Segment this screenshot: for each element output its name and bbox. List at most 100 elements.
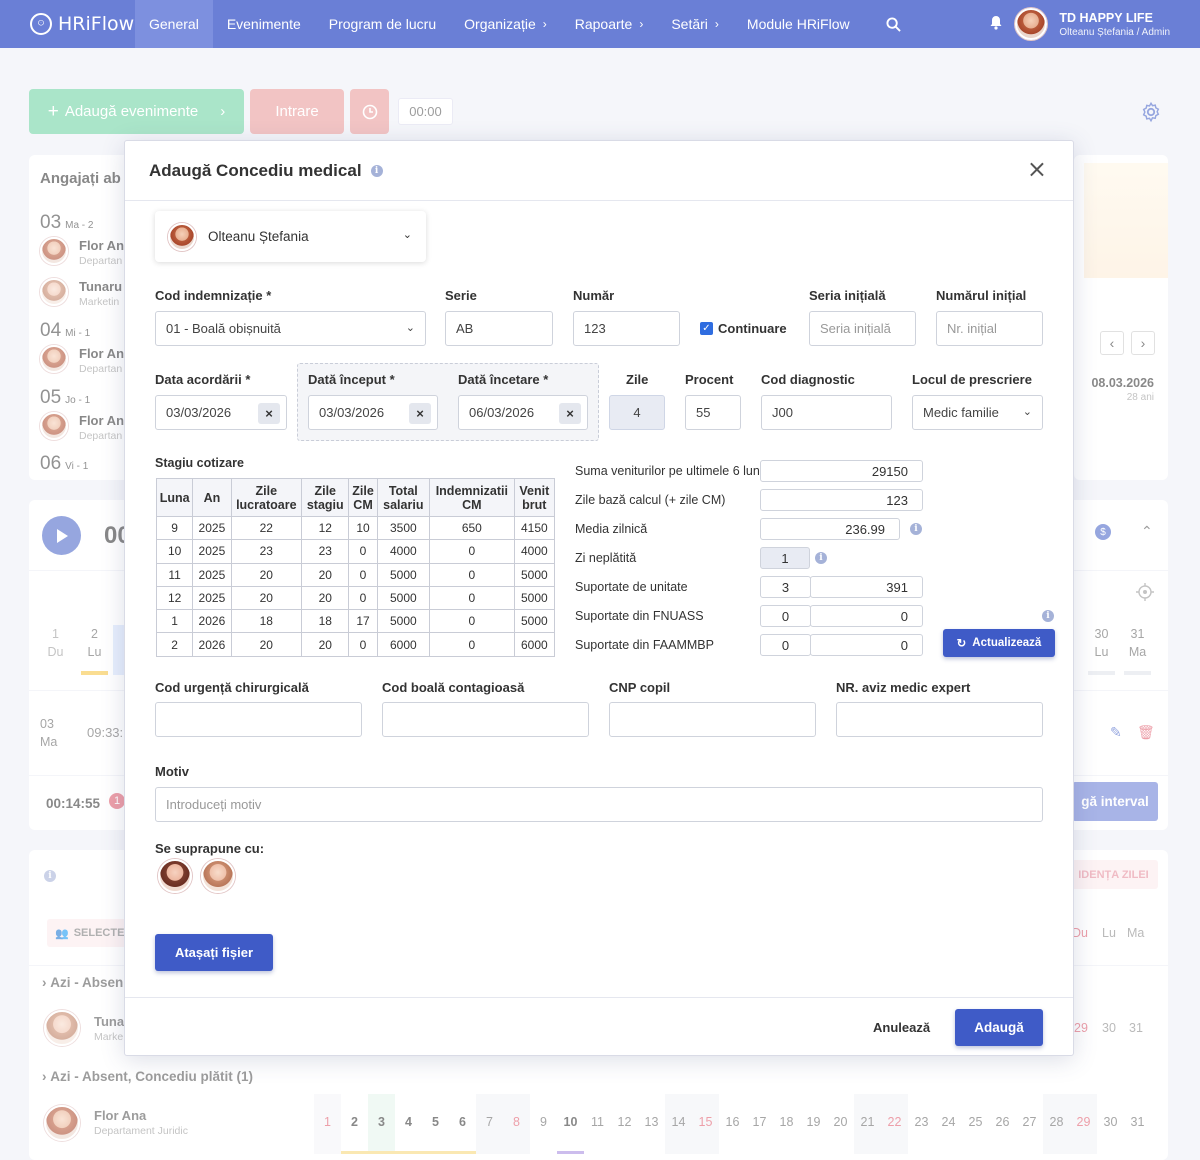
nav-organizatie[interactable]: Organizație › [450,0,561,48]
table-cell: 23 [230,539,303,564]
locul-prescriere-label: Locul de prescriere [912,372,1032,387]
employee-name: Olteanu Ștefania [208,229,309,244]
locul-prescriere-select[interactable]: Medic familie ⌄ [912,395,1043,430]
data-acordarii-value: 03/03/2026 [166,405,232,420]
data-inceput-input[interactable]: 03/03/2026 × [308,395,438,430]
stagiu-title: Stagiu cotizare [155,456,244,470]
bell-icon[interactable] [989,15,1003,33]
overlap-avatar[interactable] [201,859,235,893]
refresh-icon: ↻ [956,638,967,650]
neplatita-value: 1 [760,547,810,569]
continuare-checkbox[interactable]: ✓ Continuare [700,321,787,336]
update-label: Actualizează [972,637,1042,649]
data-acordarii-input[interactable]: 03/03/2026 × [155,395,287,430]
nav-setari[interactable]: Setări › [657,0,733,48]
data-incetare-input[interactable]: 06/03/2026 × [458,395,588,430]
table-cell: 2026 [192,609,232,634]
nav-general[interactable]: General [135,0,213,48]
user-info: TD HAPPY LIFE Olteanu Ștefania / Admin [1059,11,1170,38]
overlap-avatar[interactable] [158,859,192,893]
cod-indemnizatie-label: Cod indemnizație * [155,288,272,303]
employee-select[interactable]: Olteanu Ștefania ⌄ [155,211,426,262]
table-cell: 2025 [192,539,232,564]
faambp-days: 0 [760,634,811,656]
close-icon[interactable]: × [1027,157,1047,181]
zile-baza-label: Zile bază calcul (+ zile CM) [575,493,726,507]
aviz-input[interactable] [836,702,1043,737]
nav-rapoarte[interactable]: Rapoarte › [561,0,658,48]
motiv-input[interactable]: Introduceți motiv [155,787,1043,822]
table-cell: 11 [155,562,194,587]
info-icon[interactable]: i [815,552,827,564]
table-cell: 20 [230,632,303,657]
table-row: 1 2026 18 18 17 5000 0 5000 [155,609,556,634]
neplatita-label: Zi neplătită [575,551,637,565]
numar-input[interactable]: 123 [573,311,680,346]
update-button[interactable]: ↻ Actualizează [943,629,1055,657]
nav-general-label: General [149,16,199,32]
logo[interactable]: ꖴ HRiFlow [30,13,135,35]
chevron-down-icon: ⌄ [405,322,415,334]
data-incetare-value: 06/03/2026 [469,405,535,420]
clear-icon[interactable]: × [258,403,280,424]
urgenta-input[interactable] [155,702,362,737]
submit-button[interactable]: Adaugă [955,1009,1043,1046]
table-cell: 23 [301,539,350,564]
clear-icon[interactable]: × [409,403,431,424]
numar-initial-input[interactable]: Nr. inițial [936,311,1043,346]
table-cell: 5000 [513,609,556,634]
table-row: 9 2025 22 12 10 3500 650 4150 [155,515,556,541]
table-cell: 6000 [376,632,431,657]
table-cell: 5000 [513,562,556,587]
procent-label: Procent [685,372,734,387]
clear-icon[interactable]: × [559,403,581,424]
table-cell: 20 [230,585,303,611]
stagiu-table: Luna An Zile lucratoare Zile stagiu Zile… [155,478,556,657]
zile-label: Zile [626,372,649,387]
table-cell: 0 [429,562,515,587]
attach-file-button[interactable]: Atașați fișier [155,934,273,971]
unitate-days: 3 [760,576,811,598]
table-cell: 0 [429,609,515,634]
cnp-copil-label: CNP copil [609,680,671,695]
seria-initiala-input[interactable]: Seria inițială [809,311,916,346]
chevron-down-icon: ⌄ [402,229,412,241]
data-inceput-label: Dată început * [308,372,395,387]
table-cell: 0 [348,585,378,611]
faambp-value: 0 [810,634,923,656]
chevron-right-icon: › [639,17,644,31]
zile-baza-value: 123 [760,489,923,511]
user-avatar[interactable] [1015,8,1048,40]
nav-evenimente[interactable]: Evenimente [213,0,315,48]
serie-input[interactable]: AB [445,311,553,346]
checkbox-checked-icon: ✓ [700,322,713,335]
fnuass-label: Suportate din FNUASS [575,609,704,623]
cod-indemnizatie-select[interactable]: 01 - Boală obișnuită ⌄ [155,311,426,346]
contagioasa-input[interactable] [382,702,589,737]
chevron-down-icon: ⌄ [1022,406,1032,418]
table-cell: 2025 [192,515,232,541]
cnp-copil-input[interactable] [609,702,816,737]
cod-indemnizatie-value: 01 - Boală obișnuită [166,321,281,336]
fnuass-value: 0 [810,605,923,627]
cancel-button[interactable]: Anulează [873,1020,930,1035]
info-icon[interactable]: i [370,164,383,177]
data-acordarii-label: Data acordării * [155,372,251,387]
nav-program[interactable]: Program de lucru [315,0,450,48]
table-cell: 650 [429,515,515,541]
table-row: 10 2025 23 23 0 4000 0 4000 [155,539,556,564]
col-header: Zile lucratoare [230,478,303,517]
procent-input[interactable]: 55 [685,395,741,430]
aviz-label: NR. aviz medic expert [836,680,971,695]
search-icon[interactable] [872,0,915,48]
chevron-right-icon: › [542,17,547,31]
info-icon[interactable]: i [1042,610,1054,622]
data-incetare-label: Dată încetare * [458,372,549,387]
cod-diagnostic-input[interactable]: J00 [761,395,892,430]
nav-module[interactable]: Module HRiFlow [733,0,864,48]
locul-prescriere-value: Medic familie [923,405,999,420]
motiv-label: Motiv [155,764,189,779]
user-area[interactable]: TD HAPPY LIFE Olteanu Ștefania / Admin [989,0,1170,48]
continuare-label: Continuare [718,321,787,336]
info-icon[interactable]: i [910,523,922,535]
